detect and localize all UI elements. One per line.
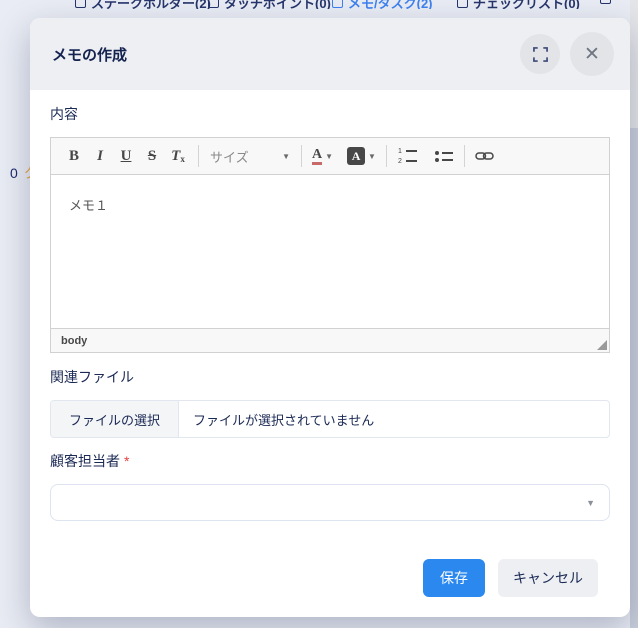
chevron-down-icon: ▼: [368, 152, 376, 161]
save-button[interactable]: 保存: [423, 559, 485, 597]
chart-icon: [208, 0, 219, 8]
modal-body: 内容 B I U S Tx サイズ ▼ A ▼: [30, 90, 630, 613]
checklist-icon: [457, 0, 468, 8]
page-scrollbar[interactable]: [630, 0, 638, 628]
bulleted-list-button[interactable]: [431, 151, 457, 162]
tab-label: チェックリスト(0): [473, 0, 580, 9]
modal-title: メモの作成: [52, 44, 127, 65]
background-color-button[interactable]: A ▼: [344, 147, 379, 165]
file-input[interactable]: ファイルの選択 ファイルが選択されていません: [50, 400, 610, 438]
editor-text: メモ１: [69, 195, 591, 214]
tab-label: ステークホルダー(2): [91, 0, 211, 9]
strikethrough-button[interactable]: S: [139, 143, 165, 169]
memo-icon: [332, 0, 343, 8]
editor-footer: body: [51, 328, 609, 352]
toolbar-divider: [386, 145, 387, 167]
related-files-label: 関連ファイル: [50, 367, 610, 387]
chevron-down-icon: ▼: [325, 152, 333, 161]
modal-footer: 保存 キャンセル: [50, 559, 610, 597]
link-button[interactable]: [472, 143, 498, 169]
scrollbar-thumb[interactable]: [630, 0, 638, 128]
bold-button[interactable]: B: [61, 143, 87, 169]
background-tab-strip: ステークホルダー(2) タッチポイント(0) メモ/タスク(2) チェックリスト…: [0, 0, 630, 9]
background-tab-memos[interactable]: メモ/タスク(2): [332, 0, 433, 9]
people-icon: [75, 0, 86, 8]
font-size-dropdown[interactable]: サイズ ▼: [206, 147, 294, 166]
assignee-label: 顧客担当者*: [50, 451, 610, 471]
document-icon: [600, 0, 611, 4]
toolbar-divider: [464, 145, 465, 167]
close-icon: ✕: [584, 43, 600, 66]
file-select-button[interactable]: ファイルの選択: [51, 401, 179, 437]
editor-element-path[interactable]: body: [61, 335, 87, 347]
memo-create-modal: メモの作成 ✕ 内容 B I U S Tx: [30, 18, 630, 617]
toolbar-divider: [198, 145, 199, 167]
cancel-button[interactable]: キャンセル: [498, 559, 598, 597]
text-color-button[interactable]: A ▼: [309, 147, 336, 165]
tab-label: メモ/タスク(2): [348, 0, 433, 9]
rich-text-editor: B I U S Tx サイズ ▼ A ▼ A ▼: [50, 137, 610, 353]
background-tab-checklist[interactable]: チェックリスト(0): [457, 0, 580, 9]
editor-toolbar: B I U S Tx サイズ ▼ A ▼ A ▼: [51, 138, 609, 175]
toolbar-divider: [301, 145, 302, 167]
underline-button[interactable]: U: [113, 143, 139, 169]
fullscreen-icon: [533, 47, 548, 62]
file-status-text: ファイルが選択されていません: [179, 410, 388, 429]
required-asterisk: *: [124, 453, 129, 469]
link-icon: [475, 150, 494, 162]
italic-button[interactable]: I: [87, 143, 113, 169]
modal-header: メモの作成 ✕: [30, 18, 630, 90]
background-tab-stakeholders[interactable]: ステークホルダー(2): [75, 0, 211, 9]
background-tab-touchpoints[interactable]: タッチポイント(0): [208, 0, 331, 9]
tab-label: タッチポイント(0): [224, 0, 331, 9]
chevron-down-icon: ▼: [586, 498, 595, 508]
expand-button[interactable]: [520, 34, 560, 74]
resize-handle[interactable]: [597, 340, 607, 350]
content-label: 内容: [50, 104, 610, 124]
numbered-list-button[interactable]: 1 2: [394, 148, 421, 165]
chevron-down-icon: ▼: [282, 152, 290, 161]
background-tab-more[interactable]: [600, 0, 611, 4]
editor-content-area[interactable]: メモ１: [51, 175, 609, 328]
assignee-select[interactable]: ▼: [50, 484, 610, 521]
close-button[interactable]: ✕: [570, 32, 614, 76]
remove-format-button[interactable]: Tx: [165, 143, 191, 169]
